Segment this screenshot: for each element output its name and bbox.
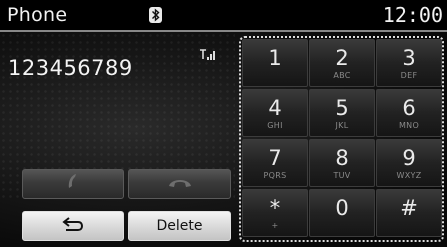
key-digit: # (400, 196, 418, 220)
key-6[interactable]: 6 MNO (376, 89, 442, 137)
key-digit: 8 (335, 146, 349, 170)
key-letters: DEF (400, 71, 418, 80)
end-call-button[interactable] (128, 169, 231, 199)
call-button[interactable] (22, 169, 124, 199)
key-letters: MNO (398, 121, 420, 130)
call-icon (65, 173, 81, 195)
status-bar: Phone 12:00 (0, 0, 447, 30)
key-letters: JKL (335, 121, 349, 130)
app-title: Phone (7, 4, 68, 26)
delete-button-label: Delete (156, 218, 203, 234)
key-digit: 1 (268, 46, 282, 70)
back-arrow-icon (62, 216, 84, 236)
key-digit: 6 (402, 96, 416, 120)
clock: 12:00 (382, 3, 443, 27)
key-9[interactable]: 9 WXYZ (376, 139, 442, 187)
key-letters: WXYZ (396, 171, 422, 180)
key-digit: 2 (335, 46, 349, 70)
key-digit: 4 (268, 96, 282, 120)
end-call-icon (167, 175, 193, 194)
key-0[interactable]: 0 (309, 189, 375, 237)
key-1[interactable]: 1 (242, 39, 308, 87)
key-star[interactable]: * + (242, 189, 308, 237)
bluetooth-icon (149, 7, 162, 23)
key-3[interactable]: 3 DEF (376, 39, 442, 87)
key-letters: PQRS (263, 171, 287, 180)
delete-button[interactable]: Delete (128, 211, 231, 241)
key-2[interactable]: 2 ABC (309, 39, 375, 87)
key-digit: 5 (335, 96, 349, 120)
key-hash[interactable]: # (376, 189, 442, 237)
key-4[interactable]: 4 GHI (242, 89, 308, 137)
key-digit: 0 (335, 196, 349, 220)
key-digit: 3 (402, 46, 416, 70)
key-8[interactable]: 8 TUV (309, 139, 375, 187)
keypad: 1 2 ABC 3 DEF 4 GHI 5 JKL 6 MNO 7 PQRS 8 (239, 36, 444, 242)
key-5[interactable]: 5 JKL (309, 89, 375, 137)
key-7[interactable]: 7 PQRS (242, 139, 308, 187)
key-digit: * (269, 196, 281, 220)
key-letters: + (271, 221, 279, 230)
dialed-number: 123456789 (8, 56, 133, 80)
key-letters: ABC (333, 71, 351, 80)
key-letters: TUV (333, 171, 351, 180)
key-digit: 7 (268, 146, 282, 170)
key-digit: 9 (402, 146, 416, 170)
signal-strength-icon (200, 46, 216, 65)
back-button[interactable] (22, 211, 124, 241)
dialer-screen: 123456789 Delete 1 2 ABC 3 DEF 4 GHI 5 J… (0, 32, 447, 247)
key-letters: GHI (267, 121, 283, 130)
